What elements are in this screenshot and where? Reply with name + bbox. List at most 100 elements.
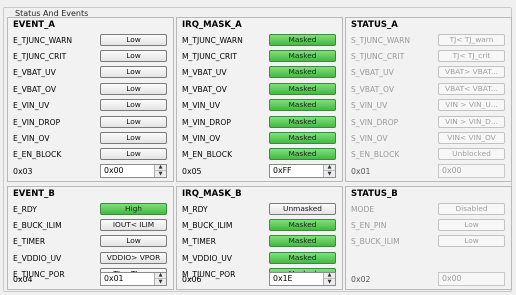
event-toggle-button[interactable]: Low: [100, 235, 167, 248]
register-value-spinbox[interactable]: 0x01 ▲ ▼: [100, 272, 167, 286]
mask-toggle-button[interactable]: Masked: [269, 99, 336, 112]
field-row: S_VIN_UV VIN > VIN_U...: [346, 98, 511, 114]
register-address: 0x06: [182, 274, 202, 284]
event-toggle-button[interactable]: Low: [100, 148, 167, 161]
spin-down-icon[interactable]: ▼: [324, 171, 335, 177]
mask-toggle-button[interactable]: Masked: [269, 66, 336, 79]
panel-title: EVENT_A: [13, 20, 55, 30]
event-toggle-button[interactable]: Low: [100, 82, 167, 95]
panel-title: STATUS_B: [351, 189, 398, 199]
field-label: S_VBAT_UV: [351, 68, 394, 78]
event-toggle-button[interactable]: Low: [100, 131, 167, 144]
field-row: E_VBAT_OV Low: [8, 81, 173, 97]
field-row: E_RDY High: [8, 201, 173, 217]
register-value: 0x01: [104, 274, 124, 283]
field-row: E_VDDIO_UV VDDIO> VPOR: [8, 250, 173, 266]
spin-down-icon[interactable]: ▼: [155, 279, 166, 285]
status-indicator: Unblocked: [438, 148, 505, 161]
spin-arrows[interactable]: ▲ ▼: [154, 165, 166, 177]
field-label: S_TJUNC_WARN: [351, 35, 411, 45]
register-footer: 0x06 0x1E ▲ ▼: [177, 269, 342, 289]
register-value: 0xFF: [273, 166, 292, 175]
field-row: M_VDDIO_UV Masked: [177, 250, 342, 266]
event-toggle-button[interactable]: VDDIO> VPOR: [100, 251, 167, 264]
mask-toggle-button[interactable]: Masked: [269, 49, 336, 62]
mask-toggle-button[interactable]: Masked: [269, 251, 336, 264]
field-label: M_TJUNC_WARN: [182, 35, 243, 45]
register-value: 0x00: [104, 166, 124, 175]
field-label: S_EN_PIN: [351, 221, 387, 231]
field-label: S_BUCK_ILIM: [351, 237, 400, 247]
status-indicator: Disabled: [438, 202, 505, 215]
panel-title: IRQ_MASK_B: [182, 189, 242, 199]
field-label: S_VIN_OV: [351, 134, 388, 144]
field-label: M_BUCK_ILIM: [182, 221, 233, 231]
mask-toggle-button[interactable]: Masked: [269, 115, 336, 128]
spin-arrows[interactable]: ▲ ▼: [323, 273, 335, 285]
mask-toggle-button[interactable]: Unmasked: [269, 202, 336, 215]
register-value-spinbox[interactable]: 0x1E ▲ ▼: [269, 272, 336, 286]
event-toggle-button[interactable]: High: [100, 202, 167, 215]
status-indicator: VIN > VIN_D...: [438, 115, 505, 128]
spin-down-icon[interactable]: ▼: [155, 171, 166, 177]
field-row: E_TIMER Low: [8, 234, 173, 250]
field-label: M_TJUNC_CRIT: [182, 52, 238, 62]
field-row: S_TJUNC_CRIT TJ< TJ_crit: [346, 48, 511, 64]
field-row: S_EN_PIN Low: [346, 217, 511, 233]
spin-down-icon[interactable]: ▼: [324, 279, 335, 285]
field-row: S_VIN_OV VIN< VIN_OV: [346, 130, 511, 146]
field-label: E_TJUNC_WARN: [13, 35, 73, 45]
register-address: 0x02: [351, 274, 371, 284]
event-toggle-button[interactable]: Low: [100, 49, 167, 62]
mask-toggle-button[interactable]: Masked: [269, 82, 336, 95]
panel-title: STATUS_A: [351, 20, 398, 30]
mask-toggle-button[interactable]: Masked: [269, 218, 336, 231]
mask-toggle-button[interactable]: Masked: [269, 131, 336, 144]
field-row: E_VIN_OV Low: [8, 130, 173, 146]
field-label: M_VBAT_UV: [182, 68, 227, 78]
field-row: S_VIN_DROP VIN > VIN_D...: [346, 114, 511, 130]
field-row: E_BUCK_ILIM IOUT< ILIM: [8, 217, 173, 233]
field-row: MODE Disabled: [346, 201, 511, 217]
event-toggle-button[interactable]: Low: [100, 99, 167, 112]
field-label: M_VDDIO_UV: [182, 253, 233, 263]
status-indicator: VBAT< VBAT...: [438, 82, 505, 95]
register-value-spinbox[interactable]: 0x00 ▲ ▼: [100, 164, 167, 178]
field-label: MODE: [351, 204, 375, 214]
event-toggle-button[interactable]: Low: [100, 66, 167, 79]
field-label: E_TJUNC_CRIT: [13, 52, 67, 62]
register-footer: 0x05 0xFF ▲ ▼: [177, 161, 342, 181]
event-a-panel: EVENT_A E_TJUNC_WARN Low E_TJUNC_CRIT Low E_…: [7, 17, 174, 182]
field-row: M_VIN_UV Masked: [177, 98, 342, 114]
panel-title: EVENT_B: [13, 189, 55, 199]
field-label: S_VBAT_OV: [351, 84, 395, 94]
event-toggle-button[interactable]: IOUT< ILIM: [100, 218, 167, 231]
field-row: M_VBAT_OV Masked: [177, 81, 342, 97]
event-toggle-button[interactable]: Low: [100, 115, 167, 128]
status-indicator: VBAT> VBAT...: [438, 66, 505, 79]
register-address: 0x05: [182, 166, 202, 176]
field-label: S_VIN_DROP: [351, 117, 399, 127]
register-value-spinbox[interactable]: 0xFF ▲ ▼: [269, 164, 336, 178]
register-value-readonly: 0x00: [438, 272, 505, 286]
mask-toggle-button[interactable]: Masked: [269, 148, 336, 161]
field-label: M_EN_BLOCK: [182, 150, 233, 160]
field-row: E_TJUNC_WARN Low: [8, 32, 173, 48]
mask-toggle-button[interactable]: Masked: [269, 33, 336, 46]
event-toggle-button[interactable]: Low: [100, 33, 167, 46]
spin-arrows[interactable]: ▲ ▼: [154, 273, 166, 285]
status-b-panel: STATUS_B MODE Disabled S_EN_PIN Low S_BUCK_I…: [345, 186, 512, 290]
field-row: E_VIN_UV Low: [8, 98, 173, 114]
mask-toggle-button[interactable]: Masked: [269, 235, 336, 248]
field-label: S_EN_BLOCK: [351, 150, 400, 160]
field-label: M_VIN_OV: [182, 134, 221, 144]
status-indicator: Low: [438, 218, 505, 231]
field-row: S_TJUNC_WARN TJ< TJ_warn: [346, 32, 511, 48]
field-row: S_VBAT_UV VBAT> VBAT...: [346, 65, 511, 81]
field-label: M_TIMER: [182, 237, 216, 247]
irq-mask-b-panel: IRQ_MASK_B M_RDY Unmasked M_BUCK_ILIM Maske…: [176, 186, 343, 290]
field-label: E_VIN_DROP: [13, 117, 61, 127]
status-indicator: VIN > VIN_U...: [438, 99, 505, 112]
field-label: E_RDY: [13, 204, 37, 214]
spin-arrows[interactable]: ▲ ▼: [323, 165, 335, 177]
